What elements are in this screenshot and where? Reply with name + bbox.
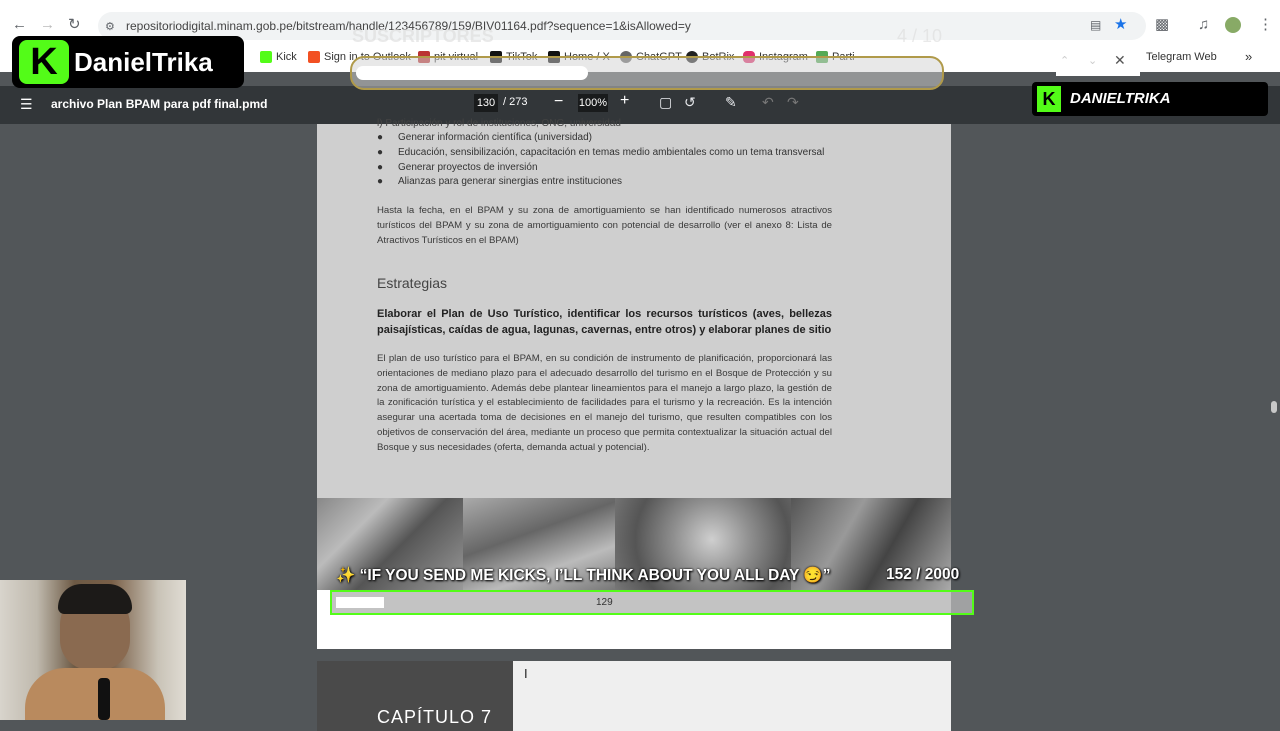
channel-logo: K DanielTrika xyxy=(12,36,244,88)
bullet-item: Generar proyectos de inversión xyxy=(398,162,538,173)
bullet-dot: ● xyxy=(377,132,384,143)
reload-icon[interactable]: ↻ xyxy=(68,16,81,34)
text-cursor-icon: I xyxy=(524,666,528,681)
channel-name: DanielTrika xyxy=(74,47,213,77)
streamer-hair xyxy=(58,584,132,614)
menu-kebab-icon[interactable]: ⋮ xyxy=(1258,16,1273,34)
kicks-goal-fill xyxy=(336,597,384,608)
kick-logo-icon: K xyxy=(1037,86,1061,112)
bullet-dot: ● xyxy=(377,147,384,158)
bold-paragraph: Elaborar el Plan de Uso Turístico, ident… xyxy=(377,308,832,336)
bullet-dot: ● xyxy=(377,176,384,187)
page-number: 129 xyxy=(596,597,613,608)
rotate-icon[interactable]: ↺ xyxy=(684,94,696,111)
fit-page-icon[interactable]: ▢ xyxy=(659,94,672,111)
bullet-item: Generar información científica (universi… xyxy=(398,132,592,143)
channel-badge: K DANIELTRIKA xyxy=(1032,82,1268,116)
redo-icon[interactable]: ↷ xyxy=(787,94,799,111)
bullet-item: Educación, sensibilización, capacitación… xyxy=(398,147,825,158)
site-info-icon[interactable]: ⚙ xyxy=(105,18,115,36)
find-close-icon[interactable]: ✕ xyxy=(1114,52,1126,69)
kick-logo-icon: K xyxy=(19,40,69,84)
bookmark-telegram[interactable]: Telegram Web xyxy=(1146,51,1217,63)
chapter-title: CAPÍTULO 7 xyxy=(377,707,493,727)
webcam-feed xyxy=(0,580,186,720)
section-heading: Estrategias xyxy=(377,275,448,291)
page-total: / 273 xyxy=(503,96,528,108)
microsoft-icon xyxy=(308,51,320,63)
bookmark-star-icon[interactable]: ★ xyxy=(1114,16,1127,34)
microphone xyxy=(98,678,110,720)
document-title: archivo Plan BPAM para pdf final.pmd xyxy=(51,97,268,111)
streamer-shirt xyxy=(25,668,165,720)
bookmark-kick[interactable]: Kick xyxy=(260,51,297,63)
subscriber-goal-label: SUSCRIPTORES xyxy=(352,26,494,46)
scrollbar-thumb[interactable] xyxy=(1271,401,1277,413)
annotate-icon[interactable]: ✎ xyxy=(725,94,737,111)
kick-icon xyxy=(260,51,272,63)
kicks-goal-widget: ✨ “IF YOU SEND ME KICKS, I’LL THINK ABOU… xyxy=(330,566,975,616)
hamburger-menu-icon[interactable]: ☰ xyxy=(20,96,33,113)
paragraph: El plan de uso turístico para el BPAM, e… xyxy=(377,353,832,453)
kicks-goal-count: 152 / 2000 xyxy=(886,566,960,583)
find-previous-icon[interactable]: ⌃ xyxy=(1060,54,1069,67)
kicks-goal-bar: 129 xyxy=(330,590,974,615)
subscriber-goal-fill xyxy=(356,66,588,80)
more-bookmarks-icon[interactable]: » xyxy=(1245,49,1252,64)
next-pdf-page: CAPÍTULO 7 xyxy=(317,661,951,731)
zoom-level-input[interactable]: 100% xyxy=(578,94,608,112)
profile-avatar[interactable] xyxy=(1225,17,1241,33)
find-next-icon[interactable]: ⌄ xyxy=(1088,54,1097,67)
subscriber-goal-widget: SUSCRIPTORES 4 / 10 xyxy=(350,26,944,90)
extensions-icon[interactable]: ▩ xyxy=(1155,16,1169,34)
find-bar: ⌃ ⌄ ✕ xyxy=(1056,48,1140,76)
bullet-dot: ● xyxy=(377,162,384,173)
zoom-in-icon[interactable]: + xyxy=(620,92,629,110)
channel-name-small: DANIELTRIKA xyxy=(1070,90,1171,107)
back-icon[interactable]: ← xyxy=(12,16,27,34)
subscriber-goal-bar xyxy=(350,56,944,90)
bullet-item: Alianzas para generar sinergias entre in… xyxy=(398,176,623,187)
paragraph: Hasta la fecha, en el BPAM y su zona de … xyxy=(377,205,832,246)
forward-icon[interactable]: → xyxy=(40,16,55,34)
media-control-icon[interactable]: ♫ xyxy=(1198,16,1209,34)
kicks-goal-title: ✨ “IF YOU SEND ME KICKS, I’LL THINK ABOU… xyxy=(336,567,831,584)
zoom-out-icon[interactable]: − xyxy=(554,93,563,111)
subscriber-goal-count: 4 / 10 xyxy=(896,26,942,46)
pdf-page-icon[interactable]: ▤ xyxy=(1090,16,1101,34)
undo-icon[interactable]: ↶ xyxy=(762,94,774,111)
page-top-fragment: l) Participación y rol de instituciones,… xyxy=(377,118,621,129)
page-number-input[interactable]: 130 xyxy=(474,94,498,112)
